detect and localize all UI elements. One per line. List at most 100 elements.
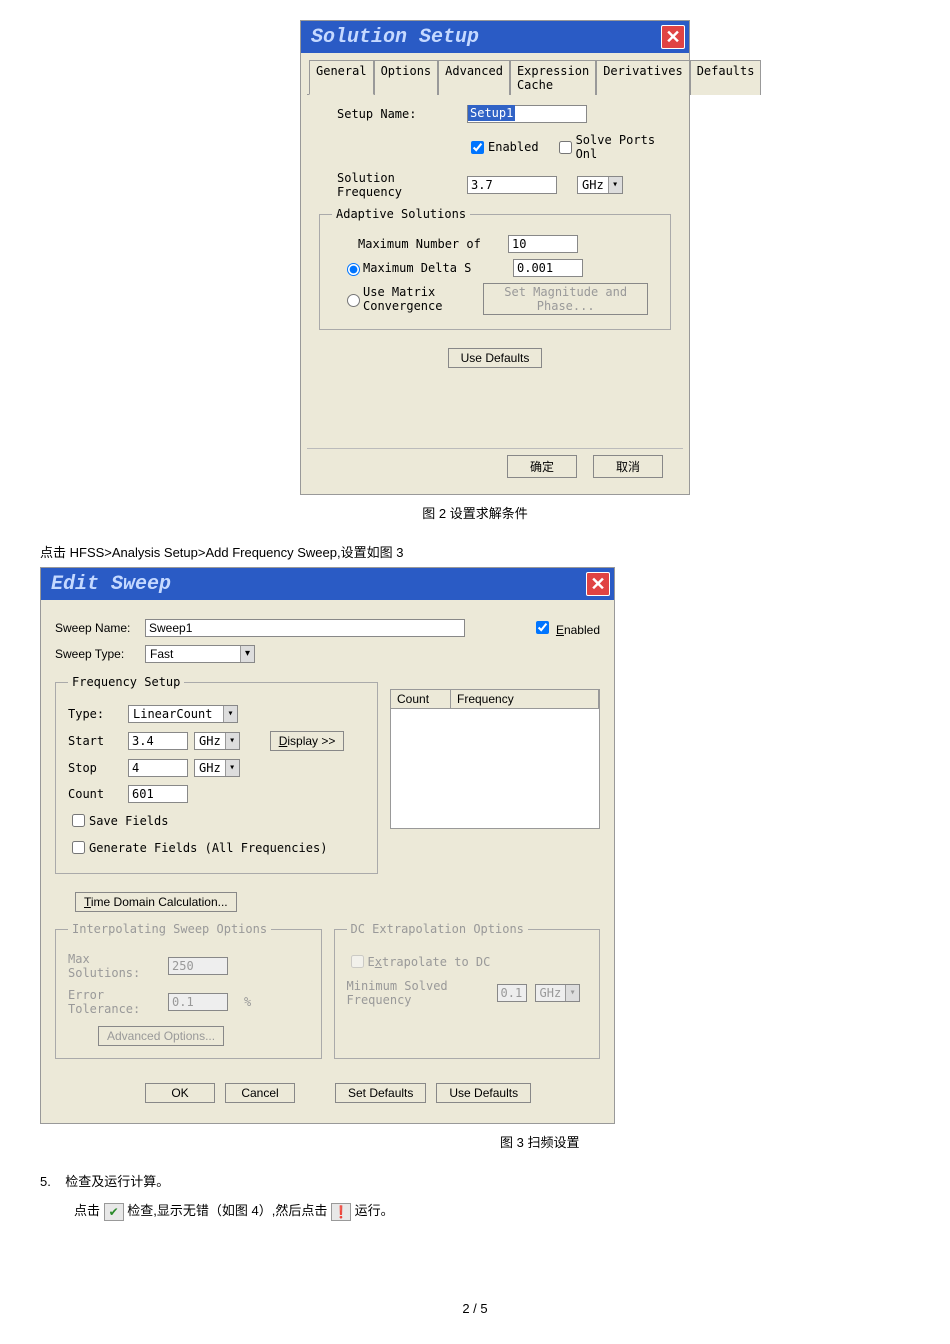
set-magnitude-button[interactable]: Set Magnitude and Phase... <box>483 283 648 315</box>
sweep-type-select[interactable]: Fast▾ <box>145 645 255 663</box>
max-number-label: Maximum Number of <box>358 237 508 251</box>
chevron-down-icon: ▾ <box>225 733 239 749</box>
chevron-down-icon: ▾ <box>608 177 622 193</box>
tab-defaults[interactable]: Defaults <box>690 60 762 95</box>
solve-ports-label: Solve Ports Onl <box>576 133 683 161</box>
advanced-options-button: Advanced Options... <box>98 1026 224 1046</box>
step-title: 检查及运行计算。 <box>65 1174 169 1189</box>
start-input[interactable] <box>128 732 188 750</box>
matrix-conv-radio[interactable] <box>347 294 360 307</box>
tab-general[interactable]: General <box>309 60 374 95</box>
cancel-button[interactable]: 取消 <box>593 455 663 478</box>
enabled-checkbox[interactable] <box>536 621 549 634</box>
ok-button[interactable]: 确定 <box>507 455 577 478</box>
setup-name-label: Setup Name: <box>337 107 467 121</box>
tab-derivatives[interactable]: Derivatives <box>596 60 689 95</box>
max-number-input[interactable] <box>508 235 578 253</box>
max-delta-radio[interactable] <box>347 263 360 276</box>
solve-ports-checkbox[interactable] <box>559 141 572 154</box>
sweep-name-label: Sweep Name: <box>55 621 145 635</box>
stop-unit[interactable]: GHz▾ <box>194 759 240 777</box>
check-icon: ✔ <box>104 1203 124 1221</box>
solution-freq-label: Solution Frequency <box>337 171 467 199</box>
count-input[interactable] <box>128 785 188 803</box>
max-solutions-label: Max Solutions: <box>68 952 168 980</box>
dialog-title: Solution Setup <box>311 26 479 49</box>
save-fields-label: Save Fields <box>89 814 168 828</box>
solution-setup-dialog: Solution Setup ✕ General Options Advance… <box>300 20 690 495</box>
tab-expression-cache[interactable]: Expression Cache <box>510 60 596 95</box>
run-icon: ❗ <box>331 1203 351 1221</box>
dc-extrap-group: DC Extrapolation Options Extrapolate to … <box>334 922 601 1059</box>
max-delta-label: Maximum Delta S <box>363 261 513 275</box>
min-freq-input <box>497 984 527 1002</box>
tab-advanced[interactable]: Advanced <box>438 60 510 95</box>
col-frequency: Frequency <box>451 690 599 708</box>
start-unit[interactable]: GHz▾ <box>194 732 240 750</box>
gen-fields-checkbox[interactable] <box>72 841 85 854</box>
start-label: Start <box>68 734 128 748</box>
enabled-label: Enabled <box>556 623 600 637</box>
type-select[interactable]: LinearCount▾ <box>128 705 238 723</box>
close-icon[interactable]: ✕ <box>586 572 610 596</box>
chevron-down-icon: ▾ <box>240 646 254 662</box>
cancel-button[interactable]: Cancel <box>225 1083 295 1103</box>
chevron-down-icon: ▾ <box>225 760 239 776</box>
time-domain-button[interactable]: Time Domain Calculation... <box>75 892 237 912</box>
adaptive-legend: Adaptive Solutions <box>332 207 470 221</box>
close-icon[interactable]: ✕ <box>661 25 685 49</box>
display-button[interactable]: Display >> <box>270 731 345 751</box>
sweep-type-label: Sweep Type: <box>55 647 145 661</box>
gen-fields-label: Generate Fields (All Frequencies) <box>89 841 327 855</box>
min-freq-unit: GHz▾ <box>535 984 581 1002</box>
figure-2-caption: 图 2 设置求解条件 <box>40 503 910 522</box>
max-delta-input[interactable] <box>513 259 583 277</box>
step-text-2: 检查,显示无错（如图 4）,然后点击 <box>127 1203 327 1218</box>
list-body <box>390 709 600 829</box>
setup-name-input[interactable]: Setup1 <box>467 105 587 123</box>
percent-label: % <box>244 995 251 1009</box>
sweep-name-input[interactable] <box>145 619 465 637</box>
page-number: 2 / 5 <box>40 1301 910 1316</box>
chevron-down-icon: ▾ <box>565 985 579 1001</box>
error-tol-label: Error Tolerance: <box>68 988 168 1016</box>
use-defaults-button[interactable]: Use Defaults <box>436 1083 531 1103</box>
max-solutions-input <box>168 957 228 975</box>
titlebar: Solution Setup ✕ <box>301 21 689 53</box>
frequency-setup-group: Frequency Setup Type: LinearCount▾ Start… <box>55 675 378 874</box>
list-header: Count Frequency <box>390 689 600 709</box>
extrapolate-label: Extrapolate to DC <box>368 955 491 969</box>
set-defaults-button[interactable]: Set Defaults <box>335 1083 426 1103</box>
error-tol-input <box>168 993 228 1011</box>
min-freq-label: Minimum Solved Frequency <box>347 979 497 1007</box>
tab-options[interactable]: Options <box>374 60 439 95</box>
stop-label: Stop <box>68 761 128 775</box>
interp-legend: Interpolating Sweep Options <box>68 922 271 936</box>
edit-sweep-dialog: Edit Sweep ✕ Sweep Name: Enabled Sweep T… <box>40 567 615 1124</box>
step-text-1: 点击 <box>74 1203 100 1218</box>
type-label: Type: <box>68 707 128 721</box>
enabled-checkbox[interactable] <box>471 141 484 154</box>
chevron-down-icon: ▾ <box>223 706 237 722</box>
adaptive-solutions-group: Adaptive Solutions Maximum Number of Max… <box>319 207 671 330</box>
solution-freq-unit[interactable]: GHz▾ <box>577 176 623 194</box>
step-num: 5. <box>40 1174 51 1189</box>
use-defaults-button[interactable]: Use Defaults <box>448 348 543 368</box>
step-5: 5. 检查及运行计算。 点击 ✔ 检查,显示无错（如图 4）,然后点击 ❗ 运行… <box>40 1171 910 1221</box>
tab-row: General Options Advanced Expression Cach… <box>307 59 683 95</box>
dialog-title: Edit Sweep <box>51 573 171 596</box>
matrix-conv-label: Use Matrix Convergence <box>363 285 483 313</box>
instruction-text: 点击 HFSS>Analysis Setup>Add Frequency Swe… <box>40 542 910 561</box>
extrapolate-checkbox <box>351 955 364 968</box>
count-label: Count <box>68 787 128 801</box>
enabled-label: Enabled <box>488 140 539 154</box>
stop-input[interactable] <box>128 759 188 777</box>
figure-3-caption: 图 3 扫频设置 <box>500 1132 910 1151</box>
freq-setup-legend: Frequency Setup <box>68 675 184 689</box>
ok-button[interactable]: OK <box>145 1083 215 1103</box>
interp-sweep-group: Interpolating Sweep Options Max Solution… <box>55 922 322 1059</box>
save-fields-checkbox[interactable] <box>72 814 85 827</box>
titlebar: Edit Sweep ✕ <box>41 568 614 600</box>
dc-legend: DC Extrapolation Options <box>347 922 528 936</box>
solution-freq-input[interactable] <box>467 176 557 194</box>
